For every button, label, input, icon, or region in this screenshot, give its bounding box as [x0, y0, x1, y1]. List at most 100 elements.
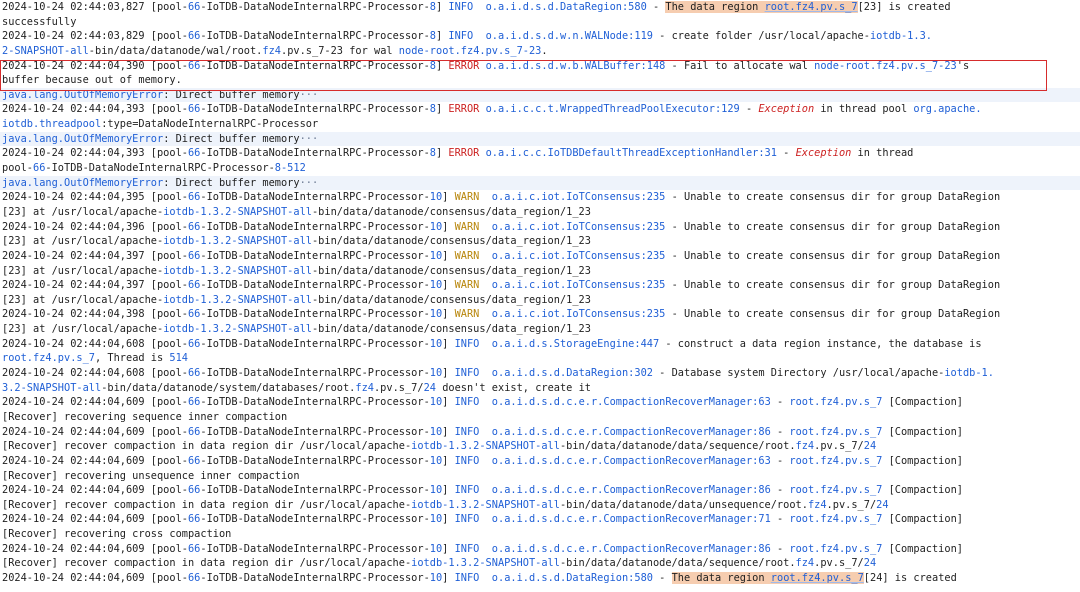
log-text: ] — [442, 542, 455, 555]
log-highlight: fz4 — [355, 381, 374, 394]
logger-name[interactable]: o.a.i.d.s.d.c.e.r.CompactionRecoverManag… — [492, 455, 771, 467]
logger-name[interactable]: o.a.i.d.s.d.DataRegion:580 — [486, 1, 647, 13]
log-highlight: root.fz4.pv.s_7 — [789, 513, 883, 526]
log-text: -bin/data/datanode/data/sequence/root. — [559, 440, 796, 453]
log-highlight: 10 — [429, 425, 443, 438]
logger-name[interactable]: o.a.i.c.iot.IoTConsensus:235 — [492, 279, 666, 291]
log-text: 2024-10-24 02:44:04,398 [pool- — [2, 308, 188, 321]
log-text: -IoTDB-DataNodeInternalRPC-Processor- — [200, 103, 430, 116]
log-line: root.fz4.pv.s_7, Thread is 514 — [0, 351, 1080, 366]
log-text: [Recover] recovering cross compaction — [2, 528, 232, 541]
marked-link[interactable]: root.fz4.pv.s_7 — [770, 571, 864, 584]
logger-name[interactable]: o.a.i.d.s.d.c.e.r.CompactionRecoverManag… — [492, 513, 771, 525]
log-highlight: 66 — [187, 484, 201, 497]
log-text: [24] is created — [863, 571, 957, 584]
log-line: 2024-10-24 02:44:04,609 [pool-66-IoTDB-D… — [0, 395, 1080, 410]
logger-name[interactable]: o.a.i.d.s.d.DataRegion:302 — [492, 367, 653, 379]
log-highlight: 24 — [863, 440, 877, 453]
logger-name[interactable]: o.a.i.c.c.IoTDBDefaultThreadExceptionHan… — [486, 147, 777, 159]
log-text: 2024-10-24 02:44:04,393 [pool- — [2, 147, 188, 160]
logger-name[interactable]: o.a.i.d.s.d.c.e.r.CompactionRecoverManag… — [492, 484, 771, 496]
log-text: : Direct buffer memory — [163, 88, 300, 101]
log-text: doesn't exist, create it — [436, 381, 591, 394]
log-line: 2024-10-24 02:44:04,397 [pool-66-IoTDB-D… — [0, 249, 1080, 264]
log-text: - — [770, 425, 790, 438]
logger-name[interactable]: o.a.i.c.c.t.WrappedThreadPoolExecutor:12… — [486, 103, 740, 115]
log-text: [Recover] recover compaction in data reg… — [2, 440, 412, 453]
marked-link[interactable]: root.fz4.pv.s_7 — [764, 1, 858, 13]
log-highlight: 24 — [863, 557, 877, 570]
logger-name[interactable]: o.a.i.d.s.d.w.b.WALBuffer:148 — [486, 60, 666, 72]
log-highlight: 10 — [429, 367, 443, 380]
log-text: [Compaction] — [882, 454, 963, 467]
log-highlight: 10 — [429, 484, 443, 497]
log-text: .pv.s_7/ — [826, 498, 877, 511]
log-text: ] — [442, 513, 455, 526]
log-text: 's — [956, 59, 970, 72]
logger-name[interactable]: o.a.i.c.iot.IoTConsensus:235 — [492, 308, 666, 320]
log-text: -IoTDB-DataNodeInternalRPC-Processor- — [200, 1, 430, 13]
log-line: [23] at /usr/local/apache-iotdb-1.3.2-SN… — [0, 322, 1080, 337]
log-console: 2024-10-24 02:44:03,827 [pool-66-IoTDB-D… — [0, 0, 1080, 592]
log-line: pool-66-IoTDB-DataNodeInternalRPC-Proces… — [0, 161, 1080, 176]
expand-ellipsis[interactable]: ··· — [300, 89, 319, 101]
log-text: 2024-10-24 02:44:04,608 [pool- — [2, 337, 188, 350]
log-text: -IoTDB-DataNodeInternalRPC-Processor- — [200, 220, 430, 233]
log-text: -bin/data/datanode/data/sequence/root. — [559, 557, 796, 570]
log-text: in thread — [851, 147, 914, 160]
logger-name[interactable]: o.a.i.d.s.d.w.n.WALNode:119 — [486, 30, 653, 42]
log-text: - — [770, 542, 790, 555]
logger-name[interactable]: o.a.i.d.s.d.c.e.r.CompactionRecoverManag… — [492, 396, 771, 408]
expand-ellipsis[interactable]: ··· — [300, 177, 319, 189]
log-line: [Recover] recover compaction in data reg… — [0, 498, 1080, 513]
logger-name[interactable]: o.a.i.d.s.d.c.e.r.CompactionRecoverManag… — [492, 426, 771, 438]
logger-name[interactable]: o.a.i.c.iot.IoTConsensus:235 — [492, 191, 666, 203]
log-highlight: 2-SNAPSHOT-all — [2, 44, 89, 57]
log-text: in thread pool — [814, 103, 914, 116]
level-error: ERROR — [448, 103, 480, 116]
exception-line: java.lang.OutOfMemoryError: Direct buffe… — [0, 175, 1080, 191]
log-text: ] — [442, 308, 455, 321]
log-text: ] — [442, 249, 455, 262]
log-text: -bin/data/datanode/consensus/data_region… — [311, 264, 591, 277]
log-highlight: 66 — [187, 249, 201, 262]
log-highlight: 10 — [429, 279, 443, 292]
log-text: ] — [442, 425, 455, 438]
log-text: 2024-10-24 02:44:04,609 [pool- — [2, 542, 188, 555]
log-highlight: 10 — [429, 454, 443, 467]
log-text: buffer because out of memory. — [2, 74, 182, 87]
logger-name[interactable]: o.a.i.c.iot.IoTConsensus:235 — [492, 221, 666, 233]
log-highlight: iotdb.threadpool — [2, 118, 102, 131]
exception-class: java.lang.OutOfMemoryError — [2, 132, 164, 145]
level-info: INFO — [454, 396, 480, 409]
log-highlight: root.fz4.pv.s_7 — [789, 425, 883, 438]
log-highlight: fz4 — [795, 440, 815, 453]
logger-name[interactable]: o.a.i.c.iot.IoTConsensus:235 — [492, 250, 666, 262]
logger-name[interactable]: o.a.i.d.s.d.DataRegion:580 — [492, 572, 653, 584]
logger-name[interactable]: o.a.i.d.s.StorageEngine:447 — [492, 338, 659, 350]
level-info: INFO — [454, 454, 480, 467]
logger-name[interactable]: o.a.i.d.s.d.c.e.r.CompactionRecoverManag… — [492, 543, 771, 555]
expand-ellipsis[interactable]: ··· — [300, 133, 319, 145]
log-text: -IoTDB-DataNodeInternalRPC-Processor- — [200, 337, 430, 350]
log-line: [Recover] recovering sequence inner comp… — [0, 410, 1080, 425]
log-text: -bin/data/datanode/wal/root. — [88, 44, 263, 57]
level-info: INFO — [454, 513, 480, 526]
log-text: [Compaction] — [882, 484, 963, 497]
log-highlight: org.apache. — [913, 103, 982, 116]
log-highlight: 10 — [429, 571, 443, 584]
log-line: 2024-10-24 02:44:04,393 [pool-66-IoTDB-D… — [0, 102, 1080, 117]
log-text: : Direct buffer memory — [163, 132, 300, 145]
log-text: 2024-10-24 02:44:04,393 [pool- — [2, 103, 188, 116]
log-text: 2024-10-24 02:44:04,609 [pool- — [2, 513, 188, 526]
log-line: 2024-10-24 02:44:04,390 [pool-66-IoTDB-D… — [0, 59, 1080, 74]
log-line: [23] at /usr/local/apache-iotdb-1.3.2-SN… — [0, 234, 1080, 249]
log-text: [Recover] recovering sequence inner comp… — [2, 410, 288, 423]
log-text: [Recover] recover compaction in data reg… — [2, 557, 412, 570]
log-line: [23] at /usr/local/apache-iotdb-1.3.2-SN… — [0, 293, 1080, 308]
log-line: 2024-10-24 02:44:04,609 [pool-66-IoTDB-D… — [0, 483, 1080, 498]
